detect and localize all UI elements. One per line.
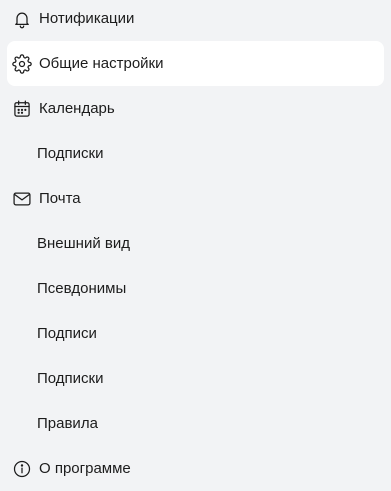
calendar-icon [12,99,32,119]
sidebar-item-label: Общие настройки [39,55,164,72]
sidebar-item-label: О программе [39,460,131,477]
sidebar-item-label: Календарь [39,100,115,117]
sidebar-item-rules[interactable]: Правила [0,401,391,446]
sidebar-item-aliases[interactable]: Псевдонимы [0,266,391,311]
gear-icon [12,53,32,74]
sidebar-item-signatures[interactable]: Подписи [0,311,391,356]
sidebar-item-calendar[interactable]: Календарь [0,86,391,131]
sidebar-item-label: Почта [39,190,81,207]
sidebar-item-general-settings[interactable]: Общие настройки [7,41,384,86]
bell-icon [12,9,32,29]
mail-icon [12,189,32,209]
sidebar-item-notifications[interactable]: Нотификации [0,0,391,41]
sidebar-item-mail-subscriptions[interactable]: Подписки [0,356,391,401]
sidebar-item-label: Нотификации [39,10,135,27]
info-icon [12,459,32,479]
sidebar-item-label: Подписки [37,370,104,387]
sidebar-item-about[interactable]: О программе [0,446,391,491]
sidebar-item-label: Правила [37,415,98,432]
sidebar-item-label: Подписки [37,145,104,162]
sidebar-item-appearance[interactable]: Внешний вид [0,221,391,266]
settings-sidebar: Нотификации Общие настройки Календарь По… [0,0,391,491]
sidebar-item-label: Подписи [37,325,97,342]
sidebar-item-label: Псевдонимы [37,280,127,297]
sidebar-item-label: Внешний вид [37,235,130,252]
sidebar-item-mail[interactable]: Почта [0,176,391,221]
sidebar-item-calendar-subscriptions[interactable]: Подписки [0,131,391,176]
